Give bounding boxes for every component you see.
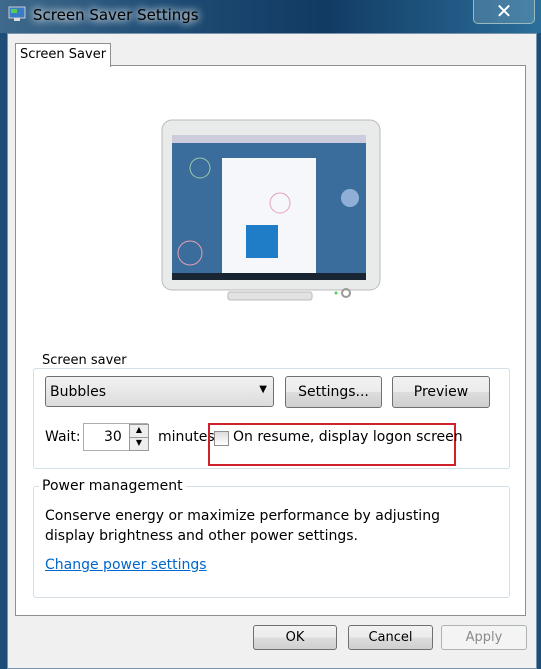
wait-spinner[interactable]: 30 ▲ ▼ xyxy=(83,423,149,451)
settings-button[interactable]: Settings... xyxy=(285,376,382,408)
window-title: Screen Saver Settings xyxy=(33,6,199,24)
cancel-button[interactable]: Cancel xyxy=(348,625,433,650)
dropdown-value: Bubbles xyxy=(50,384,107,400)
change-power-settings-link[interactable]: Change power settings xyxy=(45,557,207,573)
screen-saver-group-label: Screen saver xyxy=(39,353,130,368)
monitor-icon xyxy=(8,6,26,21)
ok-button[interactable]: OK xyxy=(253,625,337,650)
spin-down-icon[interactable]: ▼ xyxy=(129,437,149,451)
screen-saver-dropdown[interactable]: Bubbles ▼ xyxy=(45,376,274,407)
power-text-line1: Conserve energy or maximize performance … xyxy=(45,508,440,524)
power-group-label: Power management xyxy=(39,478,186,494)
resume-checkbox[interactable] xyxy=(214,431,229,446)
preview-button[interactable]: Preview xyxy=(392,376,490,408)
resume-label[interactable]: On resume, display logon screen xyxy=(233,429,463,445)
power-text-line2: display brightness and other power setti… xyxy=(45,528,359,544)
title-bar[interactable]: Screen Saver Settings ✕ xyxy=(0,0,541,33)
tab-screen-saver[interactable]: Screen Saver xyxy=(15,43,111,67)
wait-value: 30 xyxy=(104,429,122,445)
apply-button[interactable]: Apply xyxy=(441,625,527,650)
wait-label: Wait: xyxy=(45,429,81,445)
close-icon[interactable]: ✕ xyxy=(473,0,535,24)
chevron-down-icon: ▼ xyxy=(259,384,267,395)
minutes-label: minutes xyxy=(158,429,215,445)
monitor-preview xyxy=(161,119,381,301)
